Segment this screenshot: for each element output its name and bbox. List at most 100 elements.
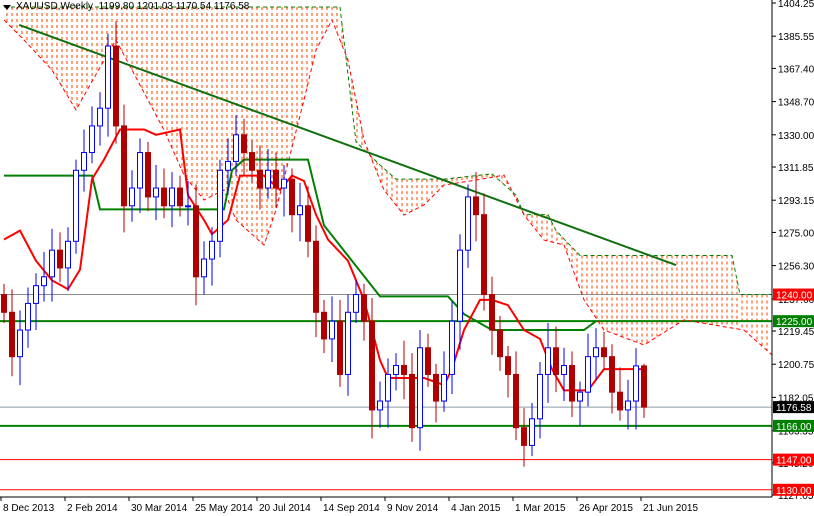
candle-body [609, 356, 615, 393]
candle-body [217, 169, 223, 242]
price-tick-label: 1404.25 [778, 0, 814, 10]
level-label: 1130.00 [776, 486, 812, 497]
candle-body [97, 107, 103, 127]
time-tick-label: 4 Jan 2015 [451, 503, 501, 514]
price-tick-label: 1385.55 [778, 32, 814, 43]
candle-body [249, 152, 255, 171]
level-label: 1176.58 [776, 403, 812, 414]
candle-body [201, 258, 207, 278]
candle-body [561, 365, 567, 375]
level-label: 1240.00 [776, 291, 813, 302]
candle-body [393, 365, 399, 375]
candle-body [89, 125, 95, 154]
candle-body [105, 45, 111, 109]
candle-body [369, 320, 375, 411]
price-chart[interactable]: 1404.25 1385.55 1367.40 1348.70 1330.00 1311.… [0, 0, 814, 516]
candle-body [529, 418, 535, 446]
candle-body [345, 311, 351, 375]
candle-body [417, 347, 423, 429]
time-tick-label: 1 Mar 2015 [515, 503, 566, 514]
candle-body [25, 302, 31, 331]
candle-body [281, 178, 287, 189]
candle-body [137, 152, 143, 189]
candle-body [337, 320, 343, 375]
candle-body [49, 249, 55, 278]
candle-body [41, 276, 47, 287]
time-tick-label: 8 Dec 2013 [3, 503, 55, 514]
level-label: 1147.00 [776, 456, 812, 467]
candle-body [505, 356, 511, 375]
candle-body [65, 240, 71, 269]
ohlc-label: 1199.80 1201.03 1170.54 1176.58 [98, 1, 250, 12]
candle-body [577, 391, 583, 402]
candle-body [457, 249, 463, 322]
price-tick-label: 1293.15 [778, 196, 814, 207]
candle-body [241, 134, 247, 154]
candle-body [289, 178, 295, 216]
candle-body [593, 347, 599, 358]
candle-body [433, 373, 439, 402]
candle-body [481, 214, 487, 296]
candle-body [545, 347, 551, 375]
candle-body [113, 45, 119, 127]
candle-body [601, 347, 607, 358]
price-tick-label: 1256.30 [778, 262, 814, 273]
time-tick-label: 25 May 2014 [195, 503, 253, 514]
candle-body [401, 365, 407, 375]
symbol-label: XAUUSD,Weekly [16, 1, 94, 12]
candle-body [553, 347, 559, 375]
candle-body [33, 285, 39, 304]
price-tick-label: 1219.45 [778, 327, 814, 338]
candle-body [193, 205, 199, 278]
candle-body [297, 205, 303, 216]
chart-header: XAUUSD,Weekly 1199.80 1201.03 1170.54 11… [16, 1, 249, 12]
candle-body [321, 311, 327, 340]
candle-body [185, 205, 191, 208]
level-label: 1166.00 [776, 422, 812, 433]
candle-body [129, 187, 135, 207]
candle-body [121, 125, 127, 207]
candle-body [625, 400, 631, 411]
candle-body [513, 373, 519, 429]
candle-body [441, 373, 447, 402]
candle-body [153, 187, 159, 198]
candle-body [177, 187, 183, 207]
time-tick-label: 9 Nov 2014 [387, 503, 439, 514]
time-tick-label: 26 Apr 2015 [579, 503, 633, 514]
candle-body [225, 160, 231, 171]
time-tick-label: 2 Feb 2014 [67, 503, 118, 514]
candle-body [617, 391, 623, 411]
time-tick-label: 14 Sep 2014 [323, 503, 380, 514]
price-tick-label: 1275.00 [778, 228, 814, 239]
candle-body [641, 365, 647, 408]
candle-body [497, 329, 503, 358]
candle-body [265, 169, 271, 189]
candle-body [1, 294, 7, 313]
candle-body [273, 169, 279, 189]
candle-body [57, 249, 63, 269]
time-tick-label: 20 Jul 2014 [259, 503, 311, 514]
candle-body [257, 169, 263, 189]
candle-body [313, 240, 319, 313]
candle-body [521, 427, 527, 446]
candle-body [9, 311, 15, 358]
price-tick-label: 1200.75 [778, 360, 814, 371]
price-tick-label: 1367.40 [778, 64, 814, 75]
price-tick-label: 1311.85 [778, 163, 814, 174]
level-label: 1225.00 [776, 317, 813, 328]
candle-body [569, 365, 575, 402]
candle-body [465, 196, 471, 251]
candle-body [409, 373, 415, 429]
candle-body [385, 373, 391, 402]
candle-body [73, 169, 79, 242]
candle-body [81, 152, 87, 171]
candle-body [377, 400, 383, 411]
candle-body [537, 373, 543, 420]
candle-body [353, 294, 359, 313]
candle-body [585, 356, 591, 393]
candle-body [473, 196, 479, 216]
candle-body [305, 205, 311, 242]
candle-body [449, 320, 455, 375]
candle-body [329, 320, 335, 340]
candle-body [145, 152, 151, 198]
